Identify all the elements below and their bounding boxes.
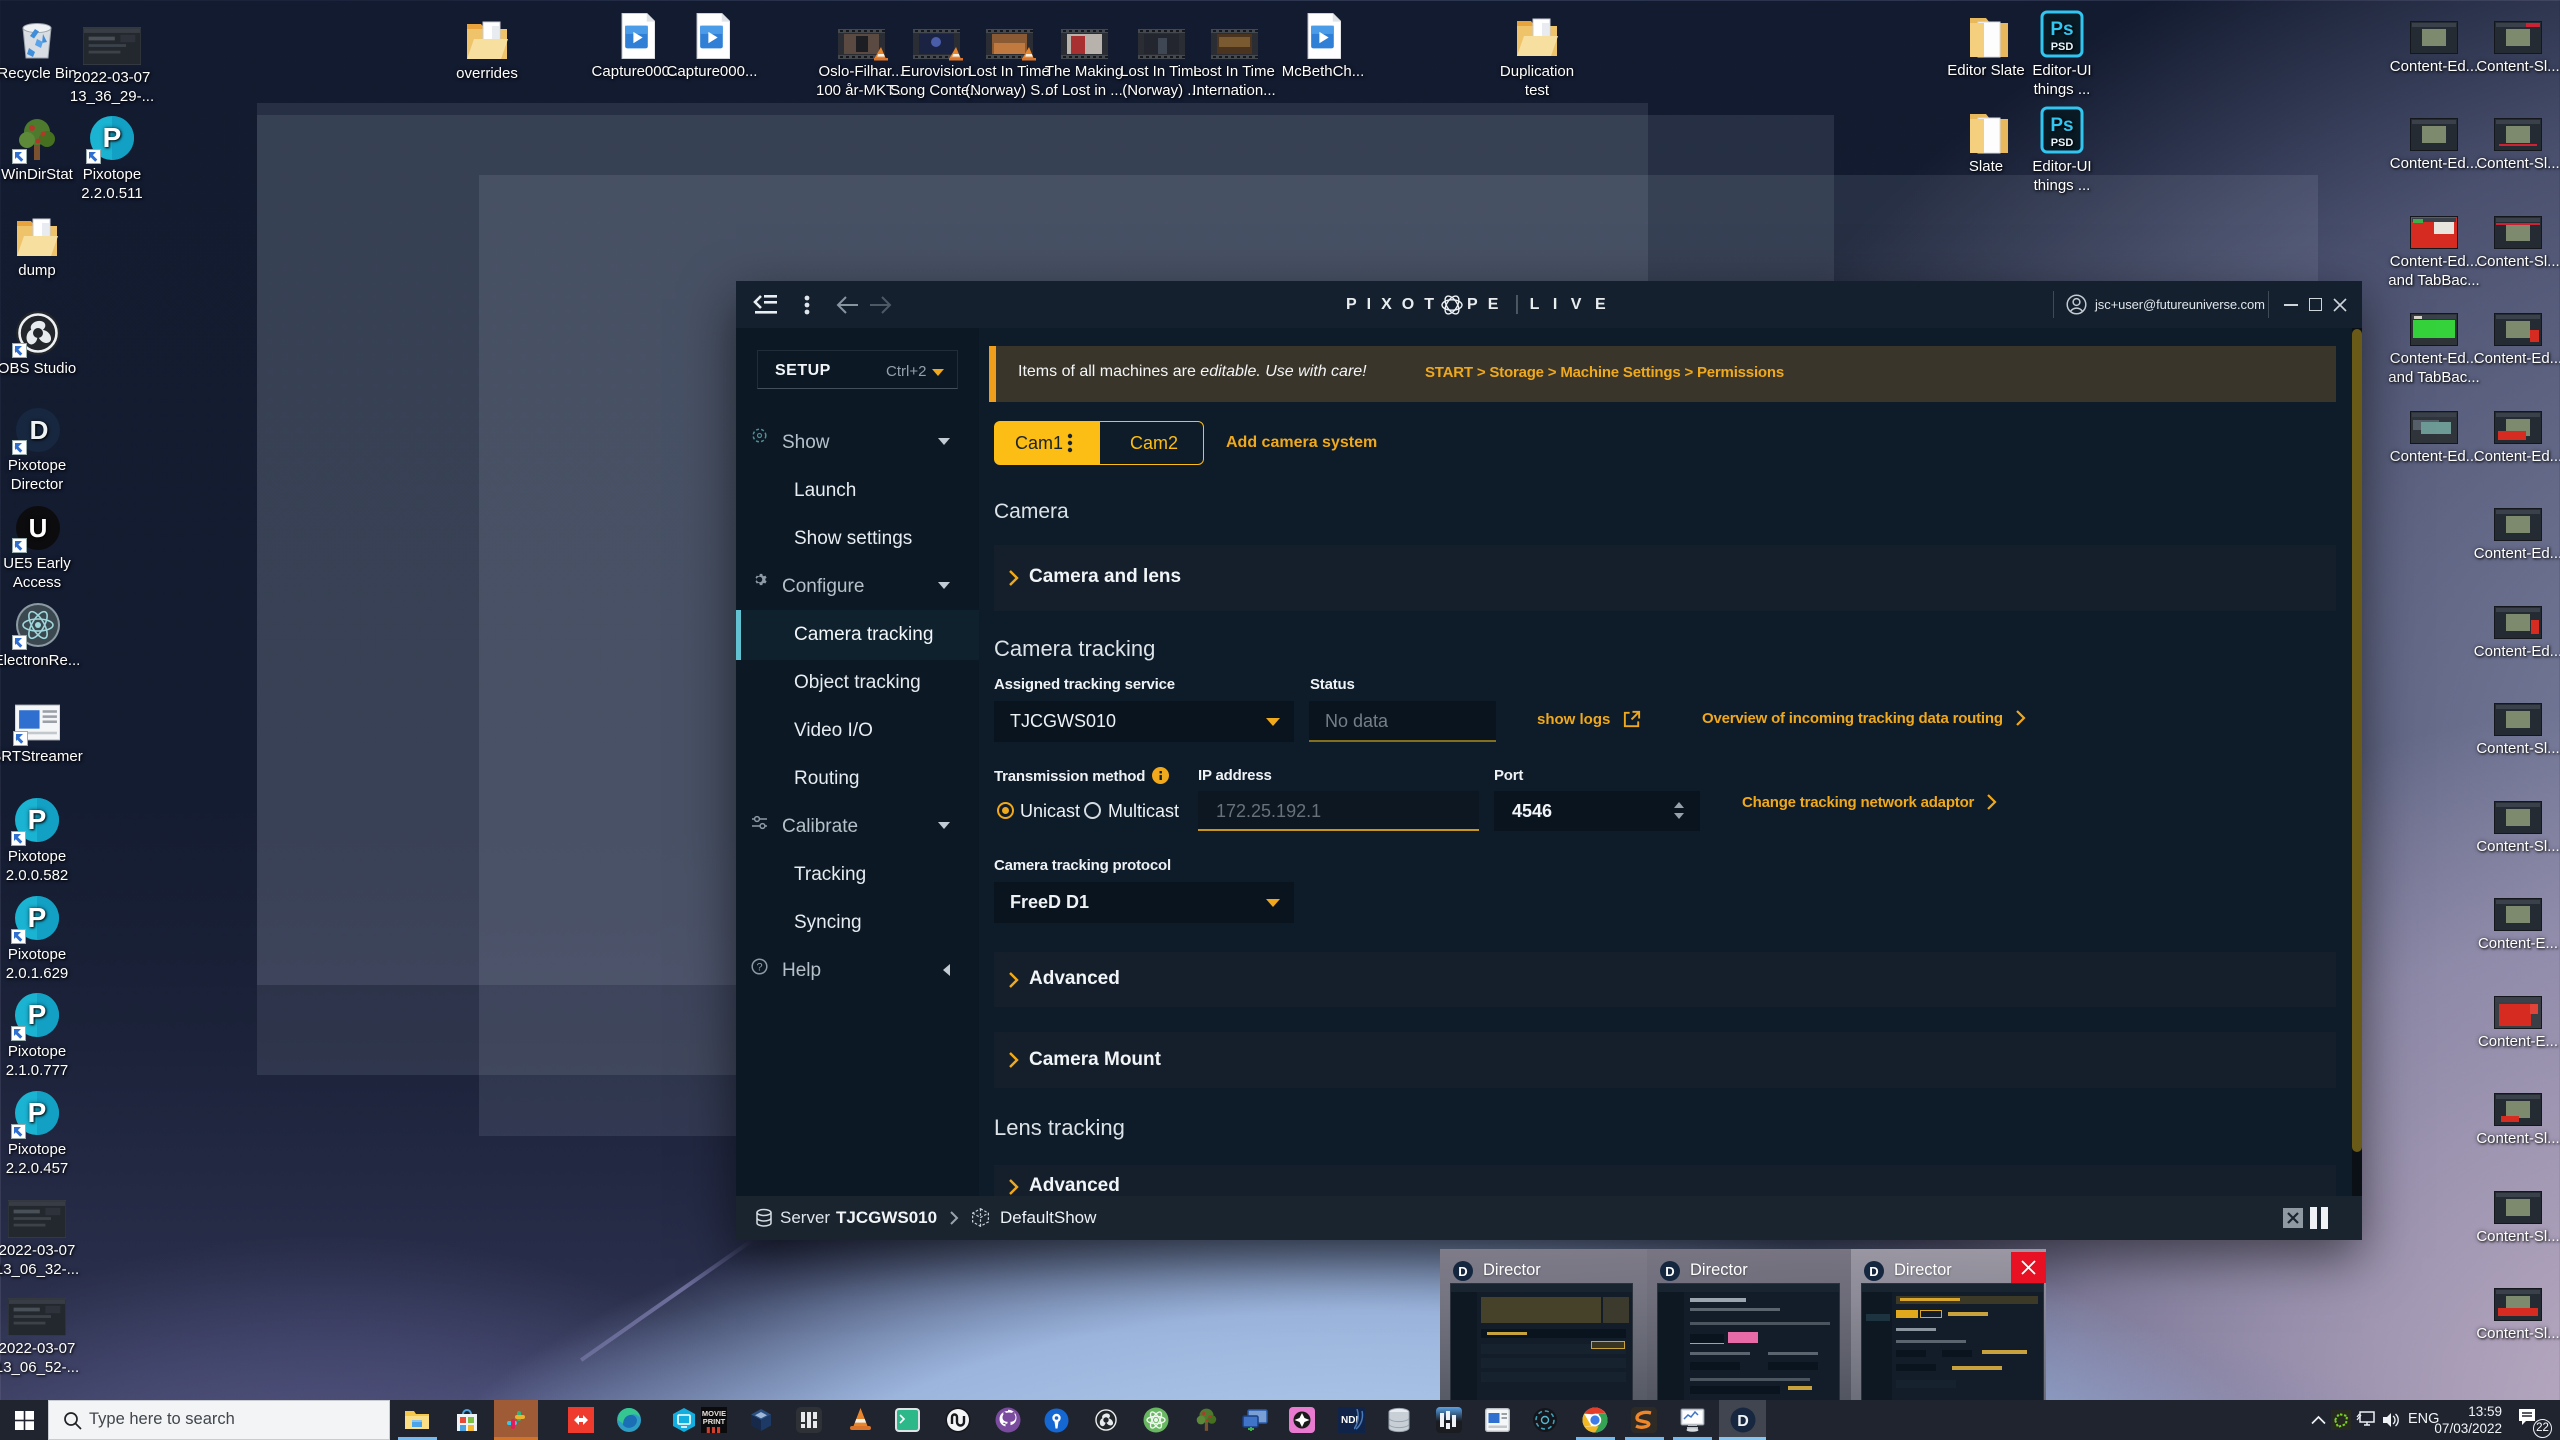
svg-text:D: D [1737, 1413, 1749, 1430]
svg-text:D: D [1665, 1264, 1674, 1279]
svg-text:?: ? [756, 962, 762, 974]
svg-text:D: D [1869, 1264, 1878, 1279]
svg-text:D: D [1458, 1264, 1467, 1279]
